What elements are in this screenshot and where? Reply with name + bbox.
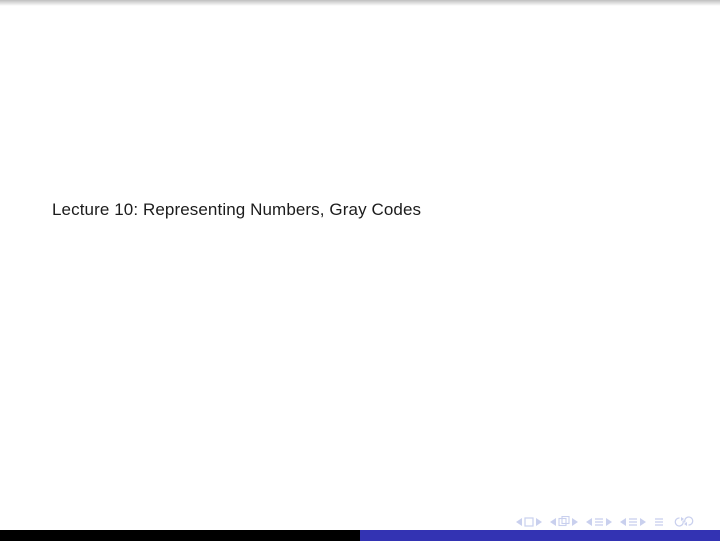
bars-icon xyxy=(594,517,604,527)
triangle-left-icon xyxy=(550,518,556,526)
nav-next-section-group[interactable] xyxy=(620,517,646,527)
nav-subdoc-group[interactable] xyxy=(550,516,578,527)
frames-icon xyxy=(558,516,570,527)
triangle-right-icon xyxy=(572,518,578,526)
progress-bar xyxy=(0,530,720,541)
nav-first-slide-group[interactable] xyxy=(516,517,542,527)
slide-body: Lecture 10: Representing Numbers, Gray C… xyxy=(0,0,720,541)
progress-remaining xyxy=(360,530,720,541)
square-icon xyxy=(524,517,534,527)
triangle-right-icon xyxy=(640,518,646,526)
triangle-left-icon xyxy=(620,518,626,526)
triangle-left-icon xyxy=(516,518,522,526)
triangle-left-icon xyxy=(586,518,592,526)
beamer-nav xyxy=(516,516,696,527)
nav-end-slide[interactable] xyxy=(654,517,664,527)
bars-icon xyxy=(628,517,638,527)
nav-prev-section-group[interactable] xyxy=(586,517,612,527)
slide-title: Lecture 10: Representing Numbers, Gray C… xyxy=(52,200,421,220)
footer xyxy=(0,511,720,541)
progress-done xyxy=(0,530,360,541)
undo-redo-icon xyxy=(672,516,696,527)
triangle-right-icon xyxy=(606,518,612,526)
nav-back-forward[interactable] xyxy=(672,516,696,527)
triangle-right-icon xyxy=(536,518,542,526)
bars-icon xyxy=(654,517,664,527)
